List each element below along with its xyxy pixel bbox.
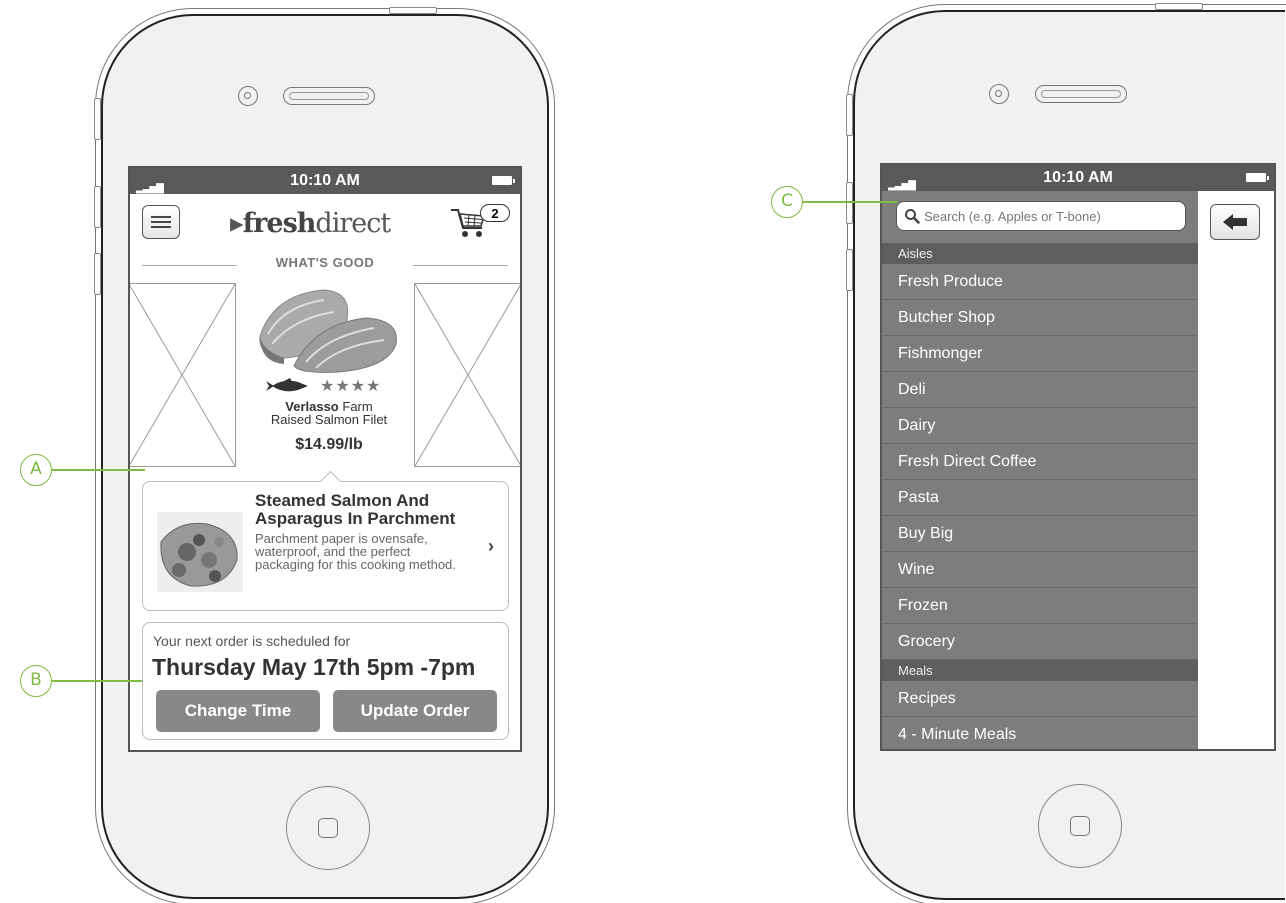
- recipe-title: Steamed Salmon And Asparagus In Parchmen…: [255, 491, 456, 528]
- right-screen: ▂▃▅▇ 10:10 AM Search (e.g. Apples or T-b…: [880, 163, 1276, 751]
- recipe-card[interactable]: Steamed Salmon And Asparagus In Parchmen…: [142, 481, 509, 611]
- star-rating: ★★★★: [320, 378, 382, 395]
- salmon-fillet-image[interactable]: [254, 284, 402, 376]
- menu-item[interactable]: 4 - Minute Meals: [882, 717, 1198, 749]
- order-label: Your next order is scheduled for: [153, 633, 351, 649]
- fish-icon: [266, 378, 308, 392]
- battery-icon: [1246, 173, 1269, 182]
- order-time: Thursday May 17th 5pm -7pm: [152, 654, 476, 680]
- front-camera-icon: [238, 86, 258, 106]
- status-time: 10:10 AM: [290, 172, 360, 189]
- earpiece-speaker: [1035, 85, 1127, 103]
- menu-item[interactable]: Pasta: [882, 480, 1198, 516]
- carousel-image-placeholder-left[interactable]: [130, 283, 236, 467]
- hamburger-menu-button[interactable]: [142, 205, 180, 239]
- annotation-b: B: [20, 665, 52, 697]
- menu-item[interactable]: Wine: [882, 552, 1198, 588]
- product-name-line2: Raised Salmon Filet: [270, 412, 388, 427]
- annotation-c-leader: [803, 201, 898, 203]
- search-icon: [905, 209, 920, 224]
- menu-item[interactable]: Deli: [882, 372, 1198, 408]
- category-header: Aisles: [882, 243, 1198, 264]
- search-placeholder: Search (e.g. Apples or T-bone): [924, 209, 1101, 224]
- menu-item[interactable]: Butcher Shop: [882, 300, 1198, 336]
- product-name[interactable]: Verlasso Farm Raised Salmon Filet: [254, 400, 404, 426]
- product-price: $14.99/lb: [295, 436, 363, 453]
- signal-icon: ▂▃▅▇: [136, 183, 164, 194]
- front-camera-icon: [989, 84, 1009, 104]
- search-input[interactable]: Search (e.g. Apples or T-bone): [896, 201, 1186, 231]
- navigation-drawer: Search (e.g. Apples or T-bone) Aisles Fre…: [882, 191, 1198, 749]
- logo-prefix: fresh: [242, 208, 317, 239]
- recipe-description: Parchment paper is ovensafe, waterproof,…: [255, 531, 456, 572]
- volume-up-button: [846, 182, 853, 224]
- logo-suffix: direct: [315, 208, 391, 239]
- mute-switch: [846, 94, 853, 136]
- menu-item[interactable]: Fresh Produce: [882, 264, 1198, 300]
- freshdirect-logo: ▸freshdirect: [230, 208, 391, 239]
- volume-down-button: [94, 253, 101, 295]
- category-list: Aisles Fresh Produce Butcher Shop Fishmonge…: [882, 243, 1198, 749]
- menu-item[interactable]: Fishmonger: [882, 336, 1198, 372]
- cart-count-badge: 2: [480, 204, 510, 222]
- power-button: [389, 7, 437, 14]
- arrow-left-icon: [1223, 214, 1247, 230]
- menu-item[interactable]: Buy Big: [882, 516, 1198, 552]
- status-time: 10:10 AM: [1043, 169, 1113, 186]
- back-button[interactable]: [1210, 204, 1260, 240]
- annotation-c: C: [771, 186, 803, 218]
- status-bar: ▂▃▅▇ 10:10 AM: [130, 168, 520, 194]
- category-header: Meals: [882, 660, 1198, 681]
- menu-item[interactable]: Dairy: [882, 408, 1198, 444]
- power-button: [1155, 3, 1203, 10]
- carousel-image-placeholder-right[interactable]: [414, 283, 520, 467]
- change-time-button[interactable]: Change Time: [156, 690, 320, 732]
- annotation-a-leader: [52, 469, 145, 471]
- menu-item[interactable]: Fresh Direct Coffee: [882, 444, 1198, 480]
- annotation-b-leader: [52, 680, 142, 682]
- menu-item[interactable]: Recipes: [882, 681, 1198, 717]
- chevron-right-icon: ›: [488, 536, 494, 556]
- mute-switch: [94, 98, 101, 140]
- left-screen: ▂▃▅▇ 10:10 AM ▸freshdirect 2 WHAT'S GOOD: [128, 166, 522, 752]
- menu-item[interactable]: Grocery: [882, 624, 1198, 660]
- volume-down-button: [846, 249, 853, 291]
- product-rating-row: ★★★★: [264, 376, 404, 396]
- earpiece-speaker: [283, 87, 375, 105]
- home-button[interactable]: [286, 786, 370, 870]
- cart-button[interactable]: 2: [450, 204, 510, 240]
- battery-icon: [492, 176, 515, 185]
- leaf-icon: ▸: [230, 208, 244, 239]
- recipe-image: [157, 512, 243, 592]
- section-title: WHAT'S GOOD: [130, 255, 520, 275]
- update-order-button[interactable]: Update Order: [333, 690, 497, 732]
- annotation-a: A: [20, 454, 52, 486]
- next-order-card: Your next order is scheduled for Thursda…: [142, 622, 509, 740]
- home-button[interactable]: [1038, 784, 1122, 868]
- volume-up-button: [94, 186, 101, 228]
- menu-item[interactable]: Frozen: [882, 588, 1198, 624]
- status-bar: ▂▃▅▇ 10:10 AM: [882, 165, 1274, 191]
